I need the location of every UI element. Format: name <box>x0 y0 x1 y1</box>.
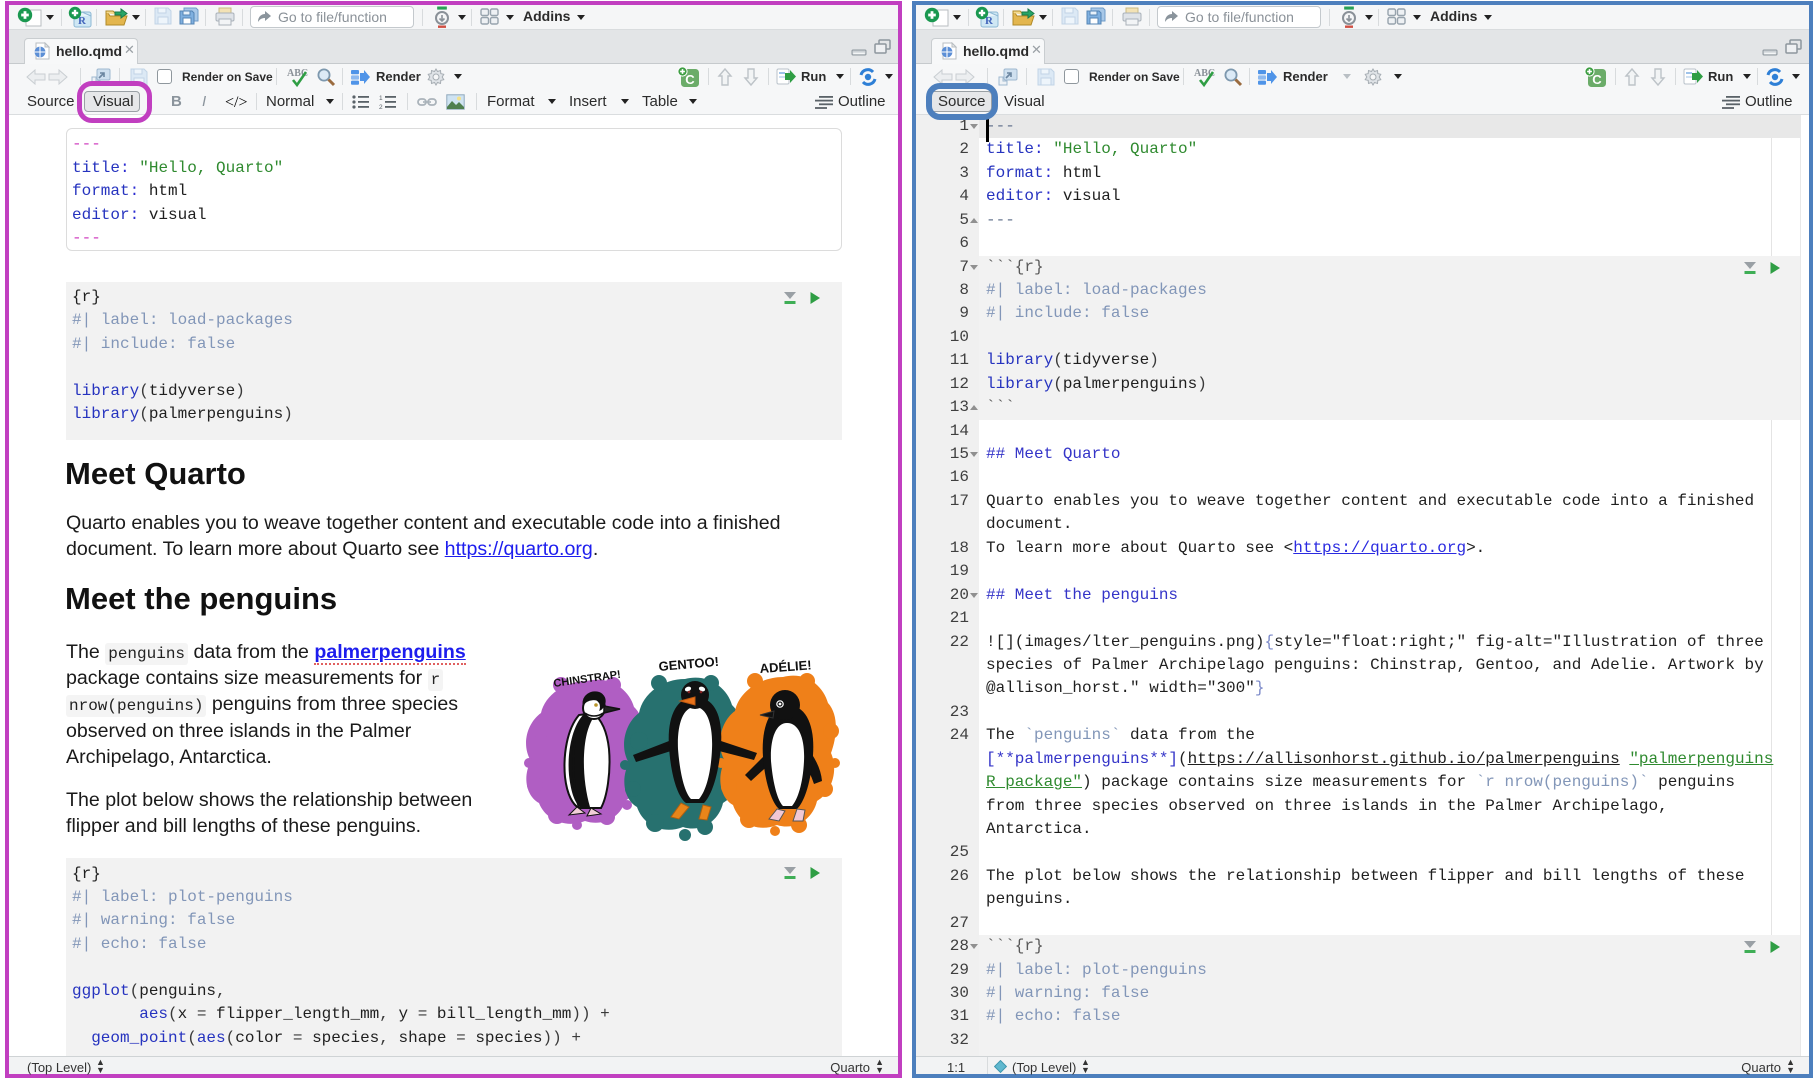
svg-text:ADÉLIE!: ADÉLIE! <box>759 657 812 676</box>
svg-text:C: C <box>685 72 695 87</box>
svg-text:C: C <box>1592 72 1602 87</box>
svg-text:GENTOO!: GENTOO! <box>658 654 720 674</box>
svg-text:1: 1 <box>379 95 383 102</box>
svg-text:2: 2 <box>379 104 383 110</box>
